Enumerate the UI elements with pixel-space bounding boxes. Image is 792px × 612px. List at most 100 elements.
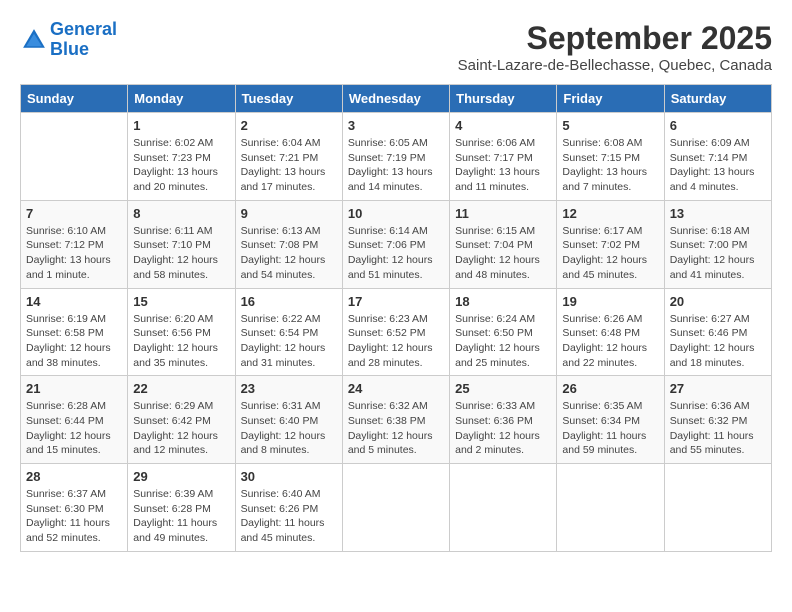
title-block: September 2025 Saint-Lazare-de-Bellechas… (458, 20, 772, 74)
day-cell: 22 Sunrise: 6:29 AM Sunset: 6:42 PM Dayli… (128, 376, 235, 464)
day-cell: 15 Sunrise: 6:20 AM Sunset: 6:56 PM Dayli… (128, 288, 235, 376)
header-cell-friday: Friday (557, 85, 664, 113)
calendar-header: SundayMondayTuesdayWednesdayThursdayFrid… (21, 85, 772, 113)
header-cell-wednesday: Wednesday (342, 85, 449, 113)
week-row-4: 21 Sunrise: 6:28 AM Sunset: 6:44 PM Dayli… (21, 376, 772, 464)
day-number: 10 (348, 206, 444, 221)
day-info: Sunrise: 6:15 AM Sunset: 7:04 PM Dayligh… (455, 224, 551, 283)
day-info: Sunrise: 6:36 AM Sunset: 6:32 PM Dayligh… (670, 399, 766, 458)
day-info: Sunrise: 6:28 AM Sunset: 6:44 PM Dayligh… (26, 399, 122, 458)
day-cell: 5 Sunrise: 6:08 AM Sunset: 7:15 PM Daylig… (557, 113, 664, 201)
header-cell-saturday: Saturday (664, 85, 771, 113)
day-number: 6 (670, 118, 766, 133)
day-info: Sunrise: 6:17 AM Sunset: 7:02 PM Dayligh… (562, 224, 658, 283)
day-cell: 21 Sunrise: 6:28 AM Sunset: 6:44 PM Dayli… (21, 376, 128, 464)
day-cell: 20Sunrise: 6:27 AM Sunset: 6:46 PM Dayli… (664, 288, 771, 376)
day-number: 5 (562, 118, 658, 133)
day-number: 4 (455, 118, 551, 133)
day-info: Sunrise: 6:10 AM Sunset: 7:12 PM Dayligh… (26, 224, 122, 283)
day-number: 8 (133, 206, 229, 221)
day-cell: 3Sunrise: 6:05 AM Sunset: 7:19 PM Daylig… (342, 113, 449, 201)
day-cell (21, 113, 128, 201)
day-cell: 1 Sunrise: 6:02 AM Sunset: 7:23 PM Daylig… (128, 113, 235, 201)
day-cell (664, 464, 771, 552)
day-info: Sunrise: 6:32 AM Sunset: 6:38 PM Dayligh… (348, 399, 444, 458)
logo-general: General (50, 19, 117, 39)
day-cell: 23Sunrise: 6:31 AM Sunset: 6:40 PM Dayli… (235, 376, 342, 464)
day-info: Sunrise: 6:26 AM Sunset: 6:48 PM Dayligh… (562, 312, 658, 371)
day-number: 16 (241, 294, 337, 309)
day-number: 19 (562, 294, 658, 309)
day-number: 28 (26, 469, 122, 484)
day-number: 18 (455, 294, 551, 309)
day-number: 22 (133, 381, 229, 396)
day-number: 20 (670, 294, 766, 309)
day-cell: 4Sunrise: 6:06 AM Sunset: 7:17 PM Daylig… (450, 113, 557, 201)
header-cell-sunday: Sunday (21, 85, 128, 113)
location-subtitle: Saint-Lazare-de-Bellechasse, Quebec, Can… (458, 57, 772, 74)
day-number: 14 (26, 294, 122, 309)
header-cell-tuesday: Tuesday (235, 85, 342, 113)
day-info: Sunrise: 6:02 AM Sunset: 7:23 PM Dayligh… (133, 136, 229, 195)
day-number: 26 (562, 381, 658, 396)
day-info: Sunrise: 6:11 AM Sunset: 7:10 PM Dayligh… (133, 224, 229, 283)
logo-icon (20, 26, 48, 54)
day-cell: 13Sunrise: 6:18 AM Sunset: 7:00 PM Dayli… (664, 200, 771, 288)
header-row: SundayMondayTuesdayWednesdayThursdayFrid… (21, 85, 772, 113)
day-info: Sunrise: 6:31 AM Sunset: 6:40 PM Dayligh… (241, 399, 337, 458)
day-number: 1 (133, 118, 229, 133)
day-number: 7 (26, 206, 122, 221)
day-cell (342, 464, 449, 552)
day-cell: 11Sunrise: 6:15 AM Sunset: 7:04 PM Dayli… (450, 200, 557, 288)
day-info: Sunrise: 6:22 AM Sunset: 6:54 PM Dayligh… (241, 312, 337, 371)
day-cell: 25 Sunrise: 6:33 AM Sunset: 6:36 PM Dayli… (450, 376, 557, 464)
day-cell: 28 Sunrise: 6:37 AM Sunset: 6:30 PM Dayli… (21, 464, 128, 552)
week-row-1: 1 Sunrise: 6:02 AM Sunset: 7:23 PM Daylig… (21, 113, 772, 201)
calendar-body: 1 Sunrise: 6:02 AM Sunset: 7:23 PM Daylig… (21, 113, 772, 552)
week-row-5: 28 Sunrise: 6:37 AM Sunset: 6:30 PM Dayli… (21, 464, 772, 552)
day-number: 2 (241, 118, 337, 133)
day-info: Sunrise: 6:08 AM Sunset: 7:15 PM Dayligh… (562, 136, 658, 195)
day-info: Sunrise: 6:39 AM Sunset: 6:28 PM Dayligh… (133, 487, 229, 546)
logo: GeneralBlue (20, 20, 117, 60)
day-cell: 17 Sunrise: 6:23 AM Sunset: 6:52 PM Dayli… (342, 288, 449, 376)
day-info: Sunrise: 6:18 AM Sunset: 7:00 PM Dayligh… (670, 224, 766, 283)
day-cell: 29Sunrise: 6:39 AM Sunset: 6:28 PM Dayli… (128, 464, 235, 552)
day-cell: 8 Sunrise: 6:11 AM Sunset: 7:10 PM Daylig… (128, 200, 235, 288)
day-info: Sunrise: 6:29 AM Sunset: 6:42 PM Dayligh… (133, 399, 229, 458)
header-cell-thursday: Thursday (450, 85, 557, 113)
page-header: GeneralBlue September 2025 Saint-Lazare-… (20, 20, 772, 74)
day-number: 21 (26, 381, 122, 396)
day-number: 17 (348, 294, 444, 309)
week-row-2: 7 Sunrise: 6:10 AM Sunset: 7:12 PM Daylig… (21, 200, 772, 288)
day-cell: 7 Sunrise: 6:10 AM Sunset: 7:12 PM Daylig… (21, 200, 128, 288)
day-info: Sunrise: 6:19 AM Sunset: 6:58 PM Dayligh… (26, 312, 122, 371)
day-info: Sunrise: 6:05 AM Sunset: 7:19 PM Dayligh… (348, 136, 444, 195)
day-cell (450, 464, 557, 552)
day-info: Sunrise: 6:14 AM Sunset: 7:06 PM Dayligh… (348, 224, 444, 283)
day-info: Sunrise: 6:24 AM Sunset: 6:50 PM Dayligh… (455, 312, 551, 371)
logo-blue: Blue (50, 39, 89, 59)
day-cell: 18 Sunrise: 6:24 AM Sunset: 6:50 PM Dayli… (450, 288, 557, 376)
day-info: Sunrise: 6:33 AM Sunset: 6:36 PM Dayligh… (455, 399, 551, 458)
day-cell: 30 Sunrise: 6:40 AM Sunset: 6:26 PM Dayli… (235, 464, 342, 552)
day-info: Sunrise: 6:37 AM Sunset: 6:30 PM Dayligh… (26, 487, 122, 546)
day-info: Sunrise: 6:20 AM Sunset: 6:56 PM Dayligh… (133, 312, 229, 371)
day-cell: 19 Sunrise: 6:26 AM Sunset: 6:48 PM Dayli… (557, 288, 664, 376)
day-cell: 14 Sunrise: 6:19 AM Sunset: 6:58 PM Dayli… (21, 288, 128, 376)
day-info: Sunrise: 6:23 AM Sunset: 6:52 PM Dayligh… (348, 312, 444, 371)
day-info: Sunrise: 6:35 AM Sunset: 6:34 PM Dayligh… (562, 399, 658, 458)
day-cell: 12 Sunrise: 6:17 AM Sunset: 7:02 PM Dayli… (557, 200, 664, 288)
day-number: 24 (348, 381, 444, 396)
day-number: 12 (562, 206, 658, 221)
day-number: 30 (241, 469, 337, 484)
day-cell: 6 Sunrise: 6:09 AM Sunset: 7:14 PM Daylig… (664, 113, 771, 201)
day-cell: 2Sunrise: 6:04 AM Sunset: 7:21 PM Daylig… (235, 113, 342, 201)
day-number: 25 (455, 381, 551, 396)
day-number: 15 (133, 294, 229, 309)
day-cell: 27Sunrise: 6:36 AM Sunset: 6:32 PM Dayli… (664, 376, 771, 464)
header-cell-monday: Monday (128, 85, 235, 113)
day-cell: 24 Sunrise: 6:32 AM Sunset: 6:38 PM Dayli… (342, 376, 449, 464)
day-info: Sunrise: 6:40 AM Sunset: 6:26 PM Dayligh… (241, 487, 337, 546)
day-info: Sunrise: 6:09 AM Sunset: 7:14 PM Dayligh… (670, 136, 766, 195)
